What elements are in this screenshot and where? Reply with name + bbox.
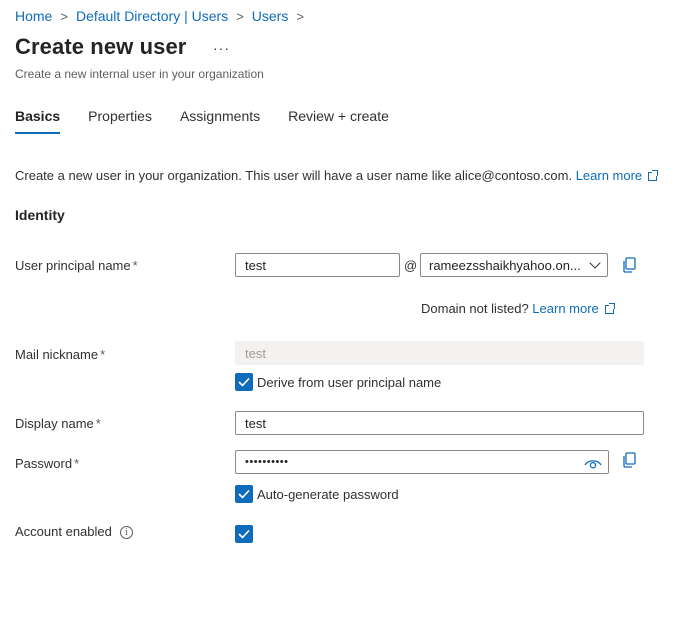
breadcrumb-separator: > — [236, 8, 244, 24]
mail-nickname-input: test — [235, 341, 644, 365]
mail-nickname-label-row: Mail nickname * — [15, 347, 105, 362]
mail-nickname-label: Mail nickname — [15, 347, 99, 362]
breadcrumb-default-directory-users[interactable]: Default Directory | Users — [76, 8, 228, 24]
domain-select[interactable]: rameezsshaikhyahoo.on... — [420, 253, 608, 277]
page-title: Create new user — [15, 34, 187, 59]
section-heading-identity: Identity — [15, 207, 65, 223]
breadcrumb: Home > Default Directory | Users > Users… — [15, 8, 312, 24]
derive-checkbox-label: Derive from user principal name — [257, 375, 442, 390]
learn-more-label: Learn more — [575, 168, 643, 183]
domain-learn-more-label: Learn more — [532, 301, 599, 316]
intro-text: Create a new user in your organization. … — [15, 168, 573, 183]
domain-select-value: rameezsshaikhyahoo.on... — [429, 258, 581, 273]
tab-assignments[interactable]: Assignments — [180, 108, 260, 134]
account-enabled-label: Account enabled — [15, 524, 112, 539]
breadcrumb-separator: > — [296, 8, 304, 24]
auto-generate-password-label: Auto-generate password — [257, 487, 399, 502]
breadcrumb-users[interactable]: Users — [252, 8, 289, 24]
domain-learn-more-link[interactable]: Learn more — [532, 301, 615, 316]
tab-bar: Basics Properties Assignments Review + c… — [15, 108, 417, 134]
account-enabled-label-row: Account enabled i — [15, 524, 133, 539]
upn-input[interactable]: test — [235, 253, 400, 277]
breadcrumb-separator: > — [60, 8, 68, 24]
derive-checkbox[interactable] — [235, 373, 253, 391]
account-enabled-checkbox[interactable] — [235, 525, 253, 543]
upn-label-row: User principal name * — [15, 258, 138, 273]
display-name-label: Display name — [15, 416, 94, 431]
tab-review-create[interactable]: Review + create — [288, 108, 389, 134]
auto-generate-password-checkbox[interactable] — [235, 485, 253, 503]
display-name-input[interactable]: test — [235, 411, 644, 435]
copy-icon[interactable] — [622, 452, 636, 468]
password-input[interactable]: •••••••••• — [235, 450, 609, 474]
intro-text-row: Create a new user in your organization. … — [15, 168, 659, 183]
more-horizontal-icon[interactable]: ··· — [213, 40, 230, 56]
external-link-icon — [604, 303, 615, 314]
external-link-icon — [648, 170, 659, 181]
upn-label: User principal name — [15, 258, 131, 273]
breadcrumb-home[interactable]: Home — [15, 8, 52, 24]
password-label: Password — [15, 456, 73, 471]
copy-icon[interactable] — [622, 257, 636, 273]
required-mark: * — [95, 416, 101, 431]
domain-note-row: Domain not listed? Learn more — [421, 301, 615, 316]
eye-icon[interactable] — [584, 457, 602, 469]
tab-basics[interactable]: Basics — [15, 108, 61, 134]
required-mark: * — [100, 347, 106, 362]
password-label-row: Password * — [15, 456, 79, 471]
info-icon[interactable]: i — [119, 526, 133, 539]
tab-properties[interactable]: Properties — [88, 108, 152, 134]
at-sign: @ — [404, 258, 418, 273]
required-mark: * — [74, 456, 80, 471]
learn-more-link[interactable]: Learn more — [575, 168, 659, 183]
domain-note-text: Domain not listed? — [421, 301, 529, 316]
chevron-down-icon — [589, 257, 601, 269]
page-subtitle: Create a new internal user in your organ… — [15, 67, 264, 81]
required-mark: * — [132, 258, 138, 273]
display-name-label-row: Display name * — [15, 416, 101, 431]
